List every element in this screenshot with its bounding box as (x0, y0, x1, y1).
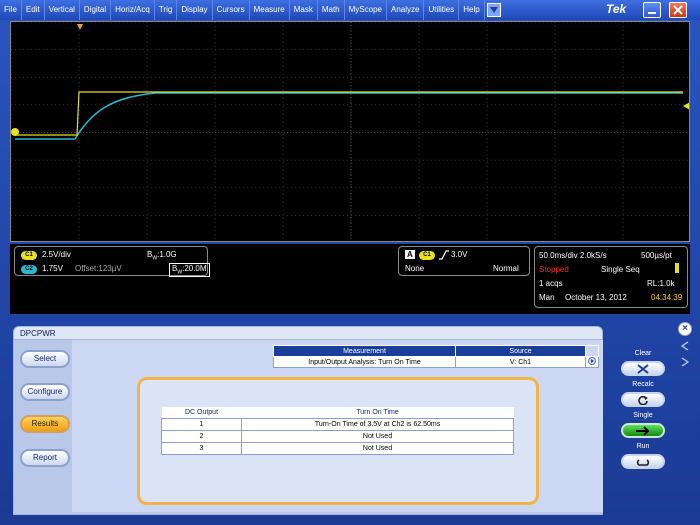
close-window-button[interactable] (669, 2, 687, 18)
date: October 13, 2012 (565, 293, 627, 302)
configure-button[interactable]: Configure (20, 383, 70, 401)
dc-output-cell: 2 (161, 429, 242, 443)
waveform-graticule (11, 22, 689, 241)
dc-output-cell: 1 (161, 417, 242, 431)
trigger-mode: Normal (493, 264, 519, 273)
turn-on-time-header: Turn On Time (241, 407, 514, 419)
dc-output-header: DC Output (161, 407, 242, 419)
ch2-offset: Offset:123µV (75, 264, 122, 273)
dc-output-cell: 3 (161, 441, 242, 455)
close-icon (673, 5, 683, 15)
acquisition-state: Stopped (539, 265, 569, 274)
minimize-button[interactable] (643, 2, 661, 18)
chevron-left-icon (680, 341, 689, 351)
arrow-right-icon (636, 425, 650, 436)
select-button[interactable]: Select (20, 350, 70, 368)
ch1-trace (15, 91, 683, 136)
table-row: 2 Not Used (161, 429, 514, 443)
run-label: Run (636, 443, 650, 450)
turn-on-time-cell: Not Used (241, 441, 514, 455)
trigger-level-marker (683, 102, 689, 110)
menu-mask[interactable]: Mask (290, 0, 318, 20)
trigger-position-marker (77, 24, 83, 30)
menu-vertical[interactable]: Vertical (45, 0, 80, 20)
readout-bar: C1 2.5V/div BW:1.0G C2 1.75V Offset:123µ… (10, 244, 690, 314)
timebase: 50.0ms/div 2.0kS/s (539, 251, 607, 260)
waveform-display[interactable] (10, 21, 690, 242)
row-expand-icon[interactable] (585, 356, 599, 368)
menu-edit[interactable]: Edit (22, 0, 45, 20)
brand-logo: Tek (606, 2, 627, 16)
measurement-table: Measurement Source Input/Output Analysis… (273, 345, 599, 368)
chevron-right-icon (681, 357, 690, 367)
ch2-badge: C2 (21, 265, 37, 274)
clear-button[interactable] (621, 361, 665, 376)
turn-on-time-cell: Turn-On Time of 3.5V at Ch2 is 62.50ms (241, 417, 514, 431)
chevron-down-icon (489, 7, 498, 13)
menu-utilities[interactable]: Utilities (424, 0, 460, 20)
rising-edge-icon (439, 250, 449, 260)
menu-analyze[interactable]: Analyze (387, 0, 425, 20)
source-cell: V: Ch1 (455, 356, 586, 368)
menu-cursors[interactable]: Cursors (213, 0, 250, 20)
panel-nav-arrows[interactable] (680, 340, 690, 370)
ch2-scale: 1.75V (42, 264, 63, 273)
run-loop-icon (636, 458, 650, 466)
horizontal-readout[interactable]: 50.0ms/div 2.0kS/s 500µs/pt Stopped Sing… (534, 246, 688, 308)
trigger-level: 3.0V (451, 250, 468, 259)
ch1-badge: C1 (21, 251, 37, 260)
ch1-bandwidth: BW:1.0G (147, 250, 177, 262)
recalc-icon (638, 395, 648, 405)
menu-trig[interactable]: Trig (155, 0, 178, 20)
time: 04:34:39 (651, 293, 683, 302)
menu-horiz-acq[interactable]: Horiz/Acq (111, 0, 155, 20)
single-button[interactable] (621, 423, 665, 438)
report-button[interactable]: Report (20, 449, 70, 467)
source-header: Source (455, 345, 586, 357)
results-button[interactable]: Results (20, 415, 70, 433)
recalc-label: Recalc (632, 381, 654, 388)
menu-digital[interactable]: Digital (80, 0, 112, 20)
turn-on-time-cell: Not Used (241, 429, 514, 443)
clear-icon (637, 363, 649, 374)
menu-help[interactable]: Help (459, 0, 485, 20)
date-mode: Man (539, 293, 555, 302)
ch1-bandwidth-value: 1.0G (159, 250, 177, 259)
vertical-readout[interactable]: C1 2.5V/div BW:1.0G C2 1.75V Offset:123µ… (14, 246, 210, 277)
app-title: DPCPWR (13, 326, 603, 339)
measurement-cell: Input/Output Analysis: Turn On Time (273, 356, 456, 368)
sample-resolution: 500µs/pt (641, 251, 672, 260)
ch2-bandwidth-value: 20.0M (184, 264, 207, 273)
menu-file[interactable]: File (0, 0, 22, 20)
menu-measure[interactable]: Measure (250, 0, 290, 20)
menu-myscope[interactable]: MyScope (345, 0, 387, 20)
minimize-icon (648, 12, 656, 14)
ch2-bandwidth: BW:20.0M (169, 263, 210, 277)
table-row: 3 Not Used (161, 441, 514, 455)
trigger-status-indicator (675, 263, 679, 273)
menu-bar: File Edit Vertical Digital Horiz/Acq Tri… (0, 0, 700, 20)
record-length: RL:1.0k (647, 279, 675, 288)
results-table: DC Output Turn On Time 1 Turn-On Time of… (161, 407, 514, 455)
single-label: Single (633, 412, 653, 419)
ch2-trace (15, 92, 683, 140)
acquisition-count: 1 acqs (539, 279, 563, 288)
measurement-header: Measurement (273, 345, 456, 357)
menu-dropdown-button[interactable] (486, 3, 501, 17)
sequence-mode: Single Seq (601, 265, 640, 274)
table-row[interactable]: Input/Output Analysis: Turn On Time V: C… (273, 356, 599, 368)
trigger-source-box: A (405, 250, 415, 259)
menu-math[interactable]: Math (318, 0, 345, 20)
trigger-coupling: None (405, 264, 425, 273)
menu-display[interactable]: Display (177, 0, 213, 20)
ch1-scale: 2.5V/div (42, 250, 71, 259)
close-panel-button[interactable]: × (678, 322, 692, 336)
oscilloscope-app: File Edit Vertical Digital Horiz/Acq Tri… (0, 0, 700, 525)
clear-label: Clear (634, 350, 652, 357)
table-row: 1 Turn-On Time of 3.5V at Ch2 is 62.50ms (161, 417, 514, 431)
run-button[interactable] (621, 454, 665, 469)
trigger-readout[interactable]: A C1 3.0V None Normal (398, 246, 530, 276)
trigger-channel-badge: C1 (419, 251, 435, 260)
recalc-button[interactable] (621, 392, 665, 407)
